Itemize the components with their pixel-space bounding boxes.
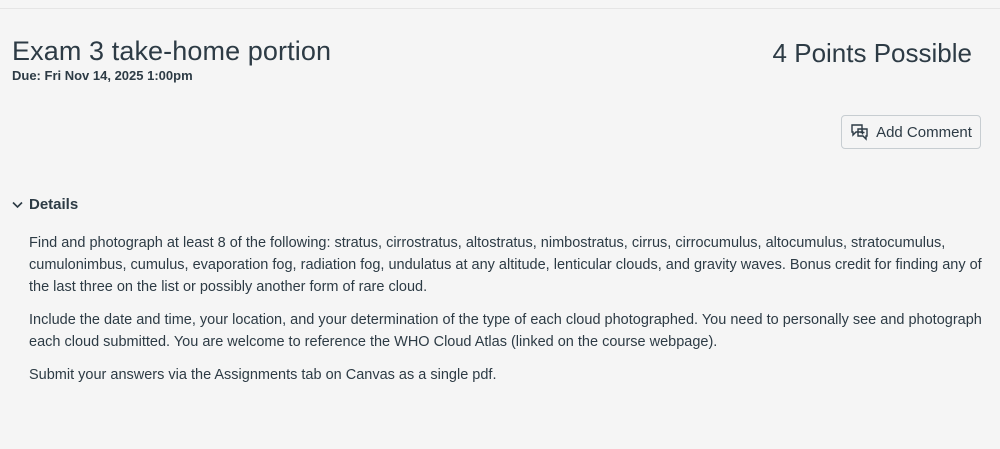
details-label: Details bbox=[29, 196, 79, 213]
details-paragraph: Find and photograph at least 8 of the fo… bbox=[29, 235, 982, 295]
assignment-title: Exam 3 take-home portion bbox=[12, 36, 332, 66]
add-comment-button[interactable]: Add Comment bbox=[841, 115, 981, 149]
details-paragraph: Submit your answers via the Assignments … bbox=[29, 367, 497, 383]
details-content: Find and photograph at least 8 of the fo… bbox=[29, 232, 984, 397]
add-comment-label: Add Comment bbox=[876, 123, 972, 141]
points-possible: 4 Points Possible bbox=[772, 38, 972, 68]
due-date: Due: Fri Nov 14, 2025 1:00pm bbox=[12, 68, 193, 83]
comment-add-icon bbox=[850, 123, 870, 141]
details-toggle[interactable]: Details bbox=[12, 196, 78, 213]
chevron-down-icon bbox=[12, 196, 23, 213]
details-paragraph: Include the date and time, your location… bbox=[29, 312, 982, 350]
top-divider bbox=[0, 8, 1000, 9]
